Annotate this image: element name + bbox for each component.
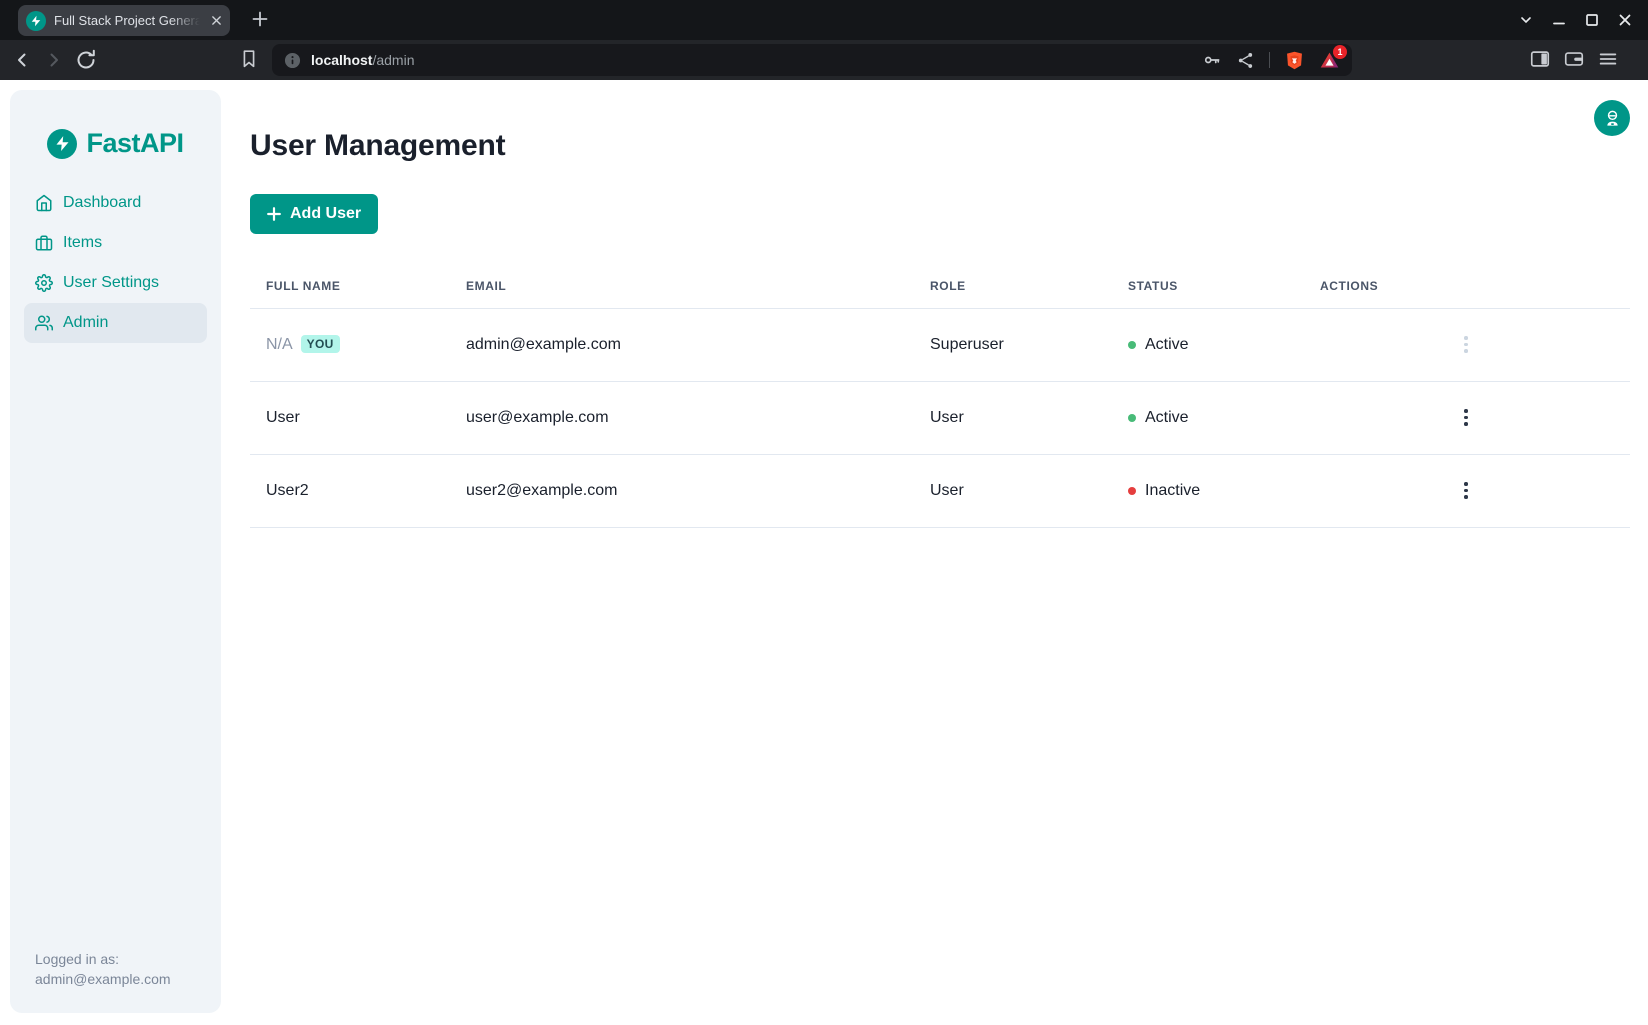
add-user-label: Add User (290, 205, 361, 223)
sidebar: FastAPI Dashboard Items User Settings (10, 90, 221, 1013)
cell-status: Inactive (1112, 454, 1304, 527)
sidebar-nav: Dashboard Items User Settings Admin (10, 183, 221, 343)
browser-toolbar: localhost/admin 1 (0, 40, 1648, 80)
site-info-icon[interactable] (284, 52, 301, 69)
page-title: User Management (250, 129, 1630, 163)
logo-text: FastAPI (86, 128, 183, 159)
cell-status: Active (1112, 308, 1304, 381)
cell-full-name: User2 (250, 454, 450, 527)
url-text: localhost/admin (311, 52, 415, 68)
plus-icon (267, 207, 281, 221)
column-header-email: EMAIL (450, 264, 914, 308)
password-key-icon[interactable] (1202, 50, 1222, 70)
table-header-row: FULL NAME EMAIL ROLE STATUS ACTIONS (250, 264, 1630, 308)
rewards-notification-badge: 1 (1333, 45, 1347, 59)
sidebar-item-dashboard[interactable]: Dashboard (24, 183, 207, 223)
url-host: localhost (311, 52, 372, 68)
cell-role: Superuser (914, 308, 1112, 381)
sidebar-item-items[interactable]: Items (24, 223, 207, 263)
tab-title: Full Stack Project Genera (54, 13, 203, 28)
share-icon[interactable] (1236, 51, 1255, 70)
cell-status: Active (1112, 381, 1304, 454)
column-header-status: STATUS (1112, 264, 1304, 308)
back-icon[interactable] (10, 48, 34, 72)
cell-email: admin@example.com (450, 308, 914, 381)
cell-role: User (914, 454, 1112, 527)
status-dot (1128, 414, 1136, 422)
status-label: Active (1145, 336, 1189, 354)
user-menu-button[interactable] (1594, 100, 1630, 136)
sidebar-item-label: Dashboard (63, 194, 141, 212)
tab-search-chevron-icon[interactable] (1519, 13, 1533, 27)
sidebar-item-label: User Settings (63, 274, 159, 292)
bookmark-icon[interactable] (238, 48, 260, 70)
sidebar-item-user-settings[interactable]: User Settings (24, 263, 207, 303)
sidebar-item-label: Admin (63, 314, 108, 332)
fastapi-favicon-icon (26, 11, 46, 31)
fastapi-bolt-icon (47, 129, 77, 159)
brave-shield-icon[interactable] (1284, 50, 1305, 71)
fastapi-logo: FastAPI (47, 128, 183, 159)
gear-icon (35, 274, 53, 292)
table-row: User user@example.com User Active (250, 381, 1630, 454)
cell-actions (1304, 381, 1630, 454)
browser-tab[interactable]: Full Stack Project Genera (18, 5, 230, 36)
users-icon (35, 314, 53, 332)
tab-close-icon[interactable] (211, 15, 222, 26)
column-header-full-name: FULL NAME (250, 264, 450, 308)
window-minimize-icon[interactable] (1552, 13, 1566, 27)
user-astronaut-icon (1603, 109, 1622, 128)
full-name-value: N/A (266, 336, 293, 353)
row-actions-menu-icon[interactable] (1460, 478, 1472, 503)
table-row: N/A YOU admin@example.com Superuser Activ… (250, 308, 1630, 381)
logged-in-label: Logged in as: (35, 949, 205, 969)
menu-icon[interactable] (1597, 48, 1619, 70)
logged-in-footer: Logged in as: admin@example.com (10, 949, 221, 1013)
cell-role: User (914, 381, 1112, 454)
cell-full-name: User (250, 381, 450, 454)
users-table: FULL NAME EMAIL ROLE STATUS ACTIONS N/A Y… (250, 264, 1630, 528)
column-header-role: ROLE (914, 264, 1112, 308)
brave-rewards-icon[interactable]: 1 (1319, 50, 1340, 71)
wallet-icon[interactable] (1563, 48, 1585, 70)
url-bar[interactable]: localhost/admin 1 (272, 44, 1352, 76)
browser-tab-bar: Full Stack Project Genera (0, 0, 1648, 40)
new-tab-icon[interactable] (250, 9, 270, 29)
toolbar-divider (1269, 52, 1270, 68)
cell-actions (1304, 308, 1630, 381)
sidebar-toggle-icon[interactable] (1529, 48, 1551, 70)
sidebar-item-label: Items (63, 234, 102, 252)
cell-actions (1304, 454, 1630, 527)
status-label: Active (1145, 409, 1189, 427)
status-dot (1128, 487, 1136, 495)
logged-in-email: admin@example.com (35, 969, 205, 989)
status-label: Inactive (1145, 482, 1200, 500)
page-content: FastAPI Dashboard Items User Settings (0, 80, 1648, 1025)
column-header-actions: ACTIONS (1304, 264, 1630, 308)
status-dot (1128, 341, 1136, 349)
home-icon (35, 194, 53, 212)
you-badge: YOU (301, 335, 340, 353)
forward-icon[interactable] (42, 48, 66, 72)
window-close-icon[interactable] (1618, 13, 1632, 27)
cell-email: user@example.com (450, 381, 914, 454)
main-panel: User Management Add User FULL NAME EMAIL… (221, 80, 1648, 528)
url-path: /admin (372, 52, 414, 68)
reload-icon[interactable] (74, 48, 98, 72)
row-actions-menu-icon (1460, 332, 1472, 357)
add-user-button[interactable]: Add User (250, 194, 378, 234)
row-actions-menu-icon[interactable] (1460, 405, 1472, 430)
briefcase-icon (35, 234, 53, 252)
window-controls (1519, 0, 1632, 40)
window-maximize-icon[interactable] (1585, 13, 1599, 27)
sidebar-item-admin[interactable]: Admin (24, 303, 207, 343)
cell-full-name: N/A YOU (250, 308, 450, 381)
cell-email: user2@example.com (450, 454, 914, 527)
table-row: User2 user2@example.com User Inactive (250, 454, 1630, 527)
